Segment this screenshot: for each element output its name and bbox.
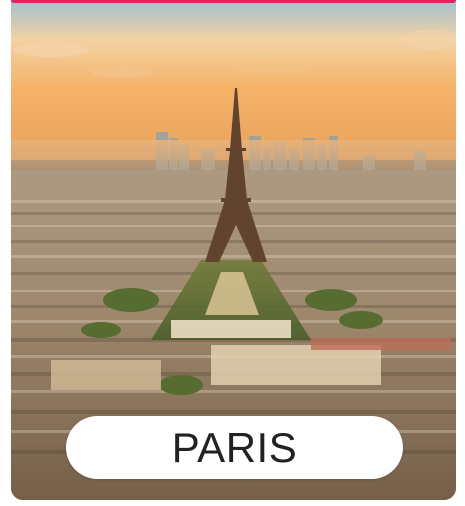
destination-name: PARIS: [171, 423, 298, 471]
card-top-accent: [11, 0, 456, 3]
destination-card[interactable]: PARIS: [11, 0, 456, 500]
destination-label: PARIS: [66, 416, 403, 479]
